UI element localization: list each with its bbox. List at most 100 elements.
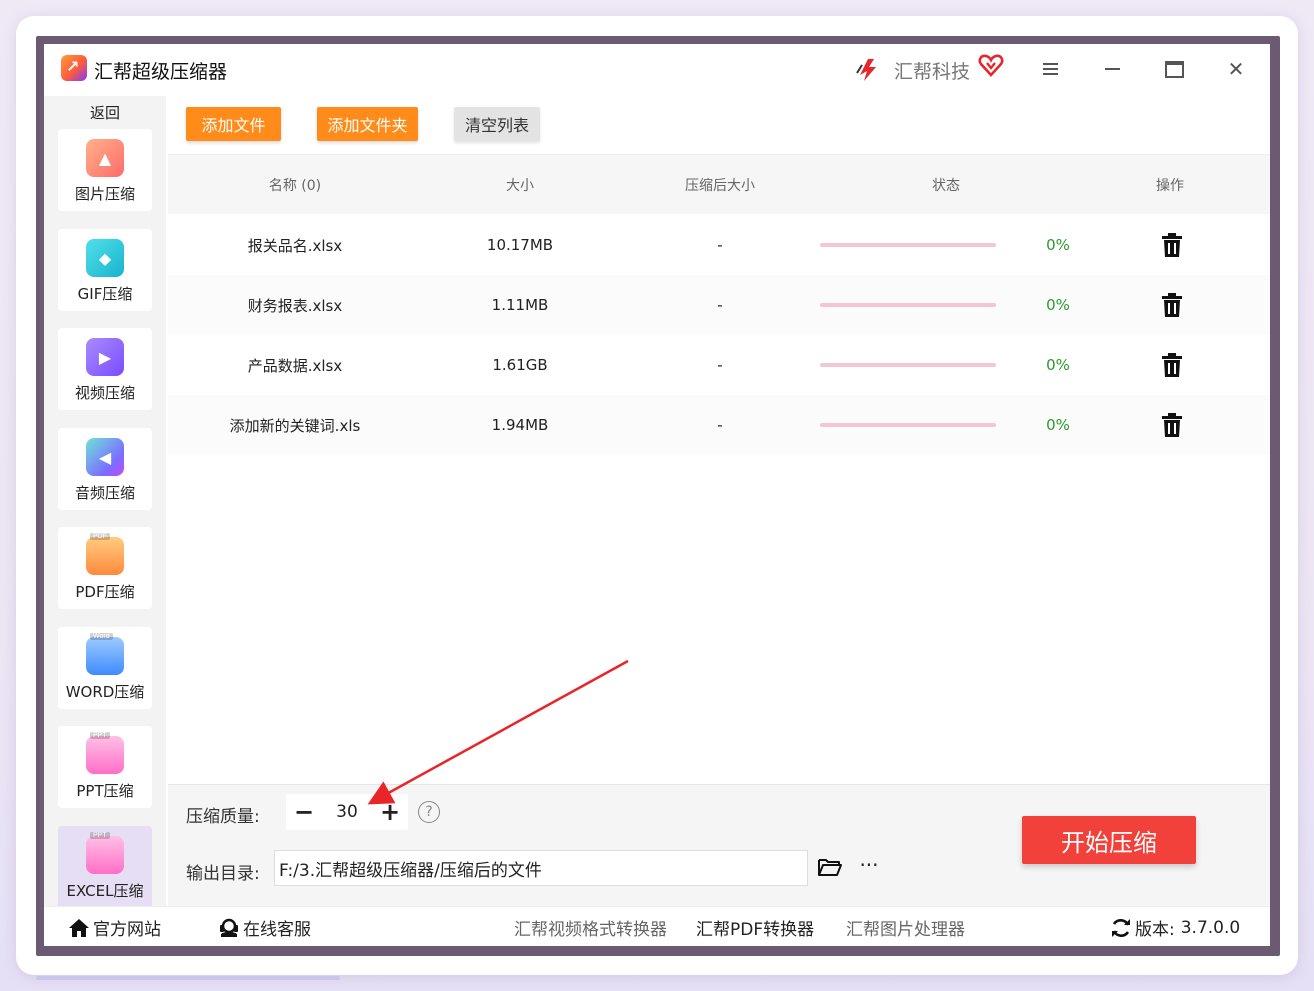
headset-icon <box>218 917 240 939</box>
output-dir-input[interactable] <box>274 850 808 886</box>
pdf-file-icon: PDF <box>86 533 124 575</box>
menu-icon[interactable] <box>1034 54 1066 84</box>
output-dir-label: 输出目录: <box>186 864 260 884</box>
compressed-size: - <box>717 356 723 374</box>
help-icon[interactable]: ? <box>418 801 440 823</box>
sidebar-item-word-compress[interactable]: Word WORD压缩 <box>58 627 152 709</box>
file-name: 报关品名.xlsx <box>247 236 343 255</box>
file-size: 1.61GB <box>492 356 548 374</box>
delete-icon[interactable] <box>1158 335 1186 395</box>
sidebar-item-label: 视频压缩 <box>74 384 135 402</box>
audio-icon: ◀ <box>86 438 124 476</box>
footer-bar: 官方网站 在线客服 汇帮视频格式转换器 汇帮PDF转换器 汇帮图片处理器 版本:… <box>44 906 1270 946</box>
footer-link-label: 在线客服 <box>243 920 311 940</box>
brand-logo-icon <box>856 59 876 81</box>
table-row: 添加新的关键词.xls 1.94MB - 0% <box>168 395 1270 455</box>
compressed-size: - <box>717 296 723 314</box>
sidebar-item-label: 音频压缩 <box>74 484 135 502</box>
compressed-size: - <box>717 236 723 254</box>
progress-percent: 0% <box>1046 416 1070 434</box>
quality-increase-button[interactable]: + <box>372 794 408 830</box>
folder-open-icon[interactable] <box>818 857 842 877</box>
column-header-actions: 操作 <box>1156 178 1184 194</box>
file-size: 10.17MB <box>486 236 554 254</box>
delete-icon[interactable] <box>1158 275 1186 335</box>
quality-value[interactable]: 30 <box>322 794 372 830</box>
excel-file-icon: PPT <box>86 832 124 874</box>
refresh-icon[interactable] <box>1110 917 1132 939</box>
quality-decrease-button[interactable]: − <box>286 794 322 830</box>
gif-icon: ◆ <box>86 239 124 277</box>
version-label: 版本: <box>1135 920 1175 940</box>
image-icon: ▲ <box>86 139 124 177</box>
word-file-icon: Word <box>86 633 124 675</box>
sidebar: 返回 ▲ 图片压缩 ◆ GIF压缩 ▶ 视频压缩 ◀ 音频压缩 PDF PDF压… <box>44 96 166 908</box>
progress-bar <box>820 423 996 427</box>
file-name: 财务报表.xlsx <box>247 296 343 315</box>
version-number: 3.7.0.0 <box>1180 917 1241 938</box>
compressed-size: - <box>717 416 723 434</box>
progress-percent: 0% <box>1046 296 1070 314</box>
progress-percent: 0% <box>1046 236 1070 254</box>
start-compress-button[interactable]: 开始压缩 <box>1022 816 1196 864</box>
sidebar-item-label: 图片压缩 <box>74 185 135 203</box>
sidebar-item-video-compress[interactable]: ▶ 视频压缩 <box>58 328 152 410</box>
online-service-link[interactable]: 在线客服 <box>218 915 311 940</box>
column-header-status: 状态 <box>932 178 960 194</box>
sidebar-item-image-compress[interactable]: ▲ 图片压缩 <box>58 129 152 211</box>
sidebar-item-label: PPT压缩 <box>76 782 134 800</box>
clear-list-button[interactable]: 清空列表 <box>454 107 540 141</box>
column-header-size: 大小 <box>506 178 534 194</box>
app-title: 汇帮超级压缩器 <box>94 61 228 83</box>
sidebar-item-ppt-compress[interactable]: PPT PPT压缩 <box>58 726 152 808</box>
image-processor-link[interactable]: 汇帮图片处理器 <box>846 915 965 940</box>
sidebar-item-pdf-compress[interactable]: PDF PDF压缩 <box>58 527 152 609</box>
sidebar-item-gif-compress[interactable]: ◆ GIF压缩 <box>58 229 152 311</box>
add-file-button[interactable]: 添加文件 <box>186 107 281 141</box>
delete-icon[interactable] <box>1158 215 1186 275</box>
delete-icon[interactable] <box>1158 395 1186 455</box>
file-name: 添加新的关键词.xls <box>229 416 361 435</box>
video-icon: ▶ <box>86 338 124 376</box>
brand-name: 汇帮科技 <box>894 61 971 83</box>
sidebar-item-label: PDF压缩 <box>75 583 135 601</box>
official-website-link[interactable]: 官方网站 <box>68 915 161 940</box>
footer-link-label: 官方网站 <box>93 920 161 940</box>
table-row: 产品数据.xlsx 1.61GB - 0% <box>168 335 1270 395</box>
file-size: 1.94MB <box>491 416 549 434</box>
file-table-header: 名称 (0) 大小 压缩后大小 状态 操作 <box>168 154 1270 214</box>
app-logo-icon <box>61 55 87 81</box>
table-row: 报关品名.xlsx 10.17MB - 0% <box>168 215 1270 275</box>
video-converter-link[interactable]: 汇帮视频格式转换器 <box>514 915 667 940</box>
sidebar-item-label: GIF压缩 <box>77 285 133 303</box>
table-row: 财务报表.xlsx 1.11MB - 0% <box>168 275 1270 335</box>
ppt-file-icon: PPT <box>86 732 124 774</box>
progress-bar <box>820 363 996 367</box>
app-window: 汇帮超级压缩器 汇帮科技 ✕ 返回 ▲ 图片压缩 ◆ GIF压缩 ▶ 视频压缩 <box>44 44 1270 946</box>
home-icon <box>68 917 90 939</box>
minimize-button[interactable] <box>1096 54 1128 84</box>
title-bar: 汇帮超级压缩器 汇帮科技 ✕ <box>44 44 1270 96</box>
back-link[interactable]: 返回 <box>44 102 166 123</box>
vip-heart-icon[interactable] <box>978 52 1004 78</box>
file-name: 产品数据.xlsx <box>247 356 343 375</box>
column-header-name: 名称 (0) <box>268 178 322 194</box>
add-folder-button[interactable]: 添加文件夹 <box>317 107 418 141</box>
progress-percent: 0% <box>1046 356 1070 374</box>
maximize-button[interactable] <box>1158 54 1190 84</box>
progress-bar <box>820 303 996 307</box>
quality-label: 压缩质量: <box>186 807 260 827</box>
quality-stepper: − 30 + <box>286 794 408 830</box>
more-options-button[interactable]: ··· <box>856 853 882 879</box>
sidebar-item-label: WORD压缩 <box>65 683 145 701</box>
main-panel: 添加文件 添加文件夹 清空列表 名称 (0) 大小 压缩后大小 状态 操作 报关… <box>168 96 1270 906</box>
sidebar-item-excel-compress[interactable]: PPT EXCEL压缩 <box>58 826 152 908</box>
pdf-converter-link[interactable]: 汇帮PDF转换器 <box>696 915 814 940</box>
close-button[interactable]: ✕ <box>1220 54 1252 84</box>
decorative-strip <box>36 976 340 980</box>
sidebar-item-label: EXCEL压缩 <box>66 882 144 900</box>
progress-bar <box>820 243 996 247</box>
column-header-compressed-size: 压缩后大小 <box>685 178 755 194</box>
settings-panel: 压缩质量: − 30 + ? 输出目录: ··· 开始压缩 <box>168 784 1270 906</box>
sidebar-item-audio-compress[interactable]: ◀ 音频压缩 <box>58 428 152 510</box>
